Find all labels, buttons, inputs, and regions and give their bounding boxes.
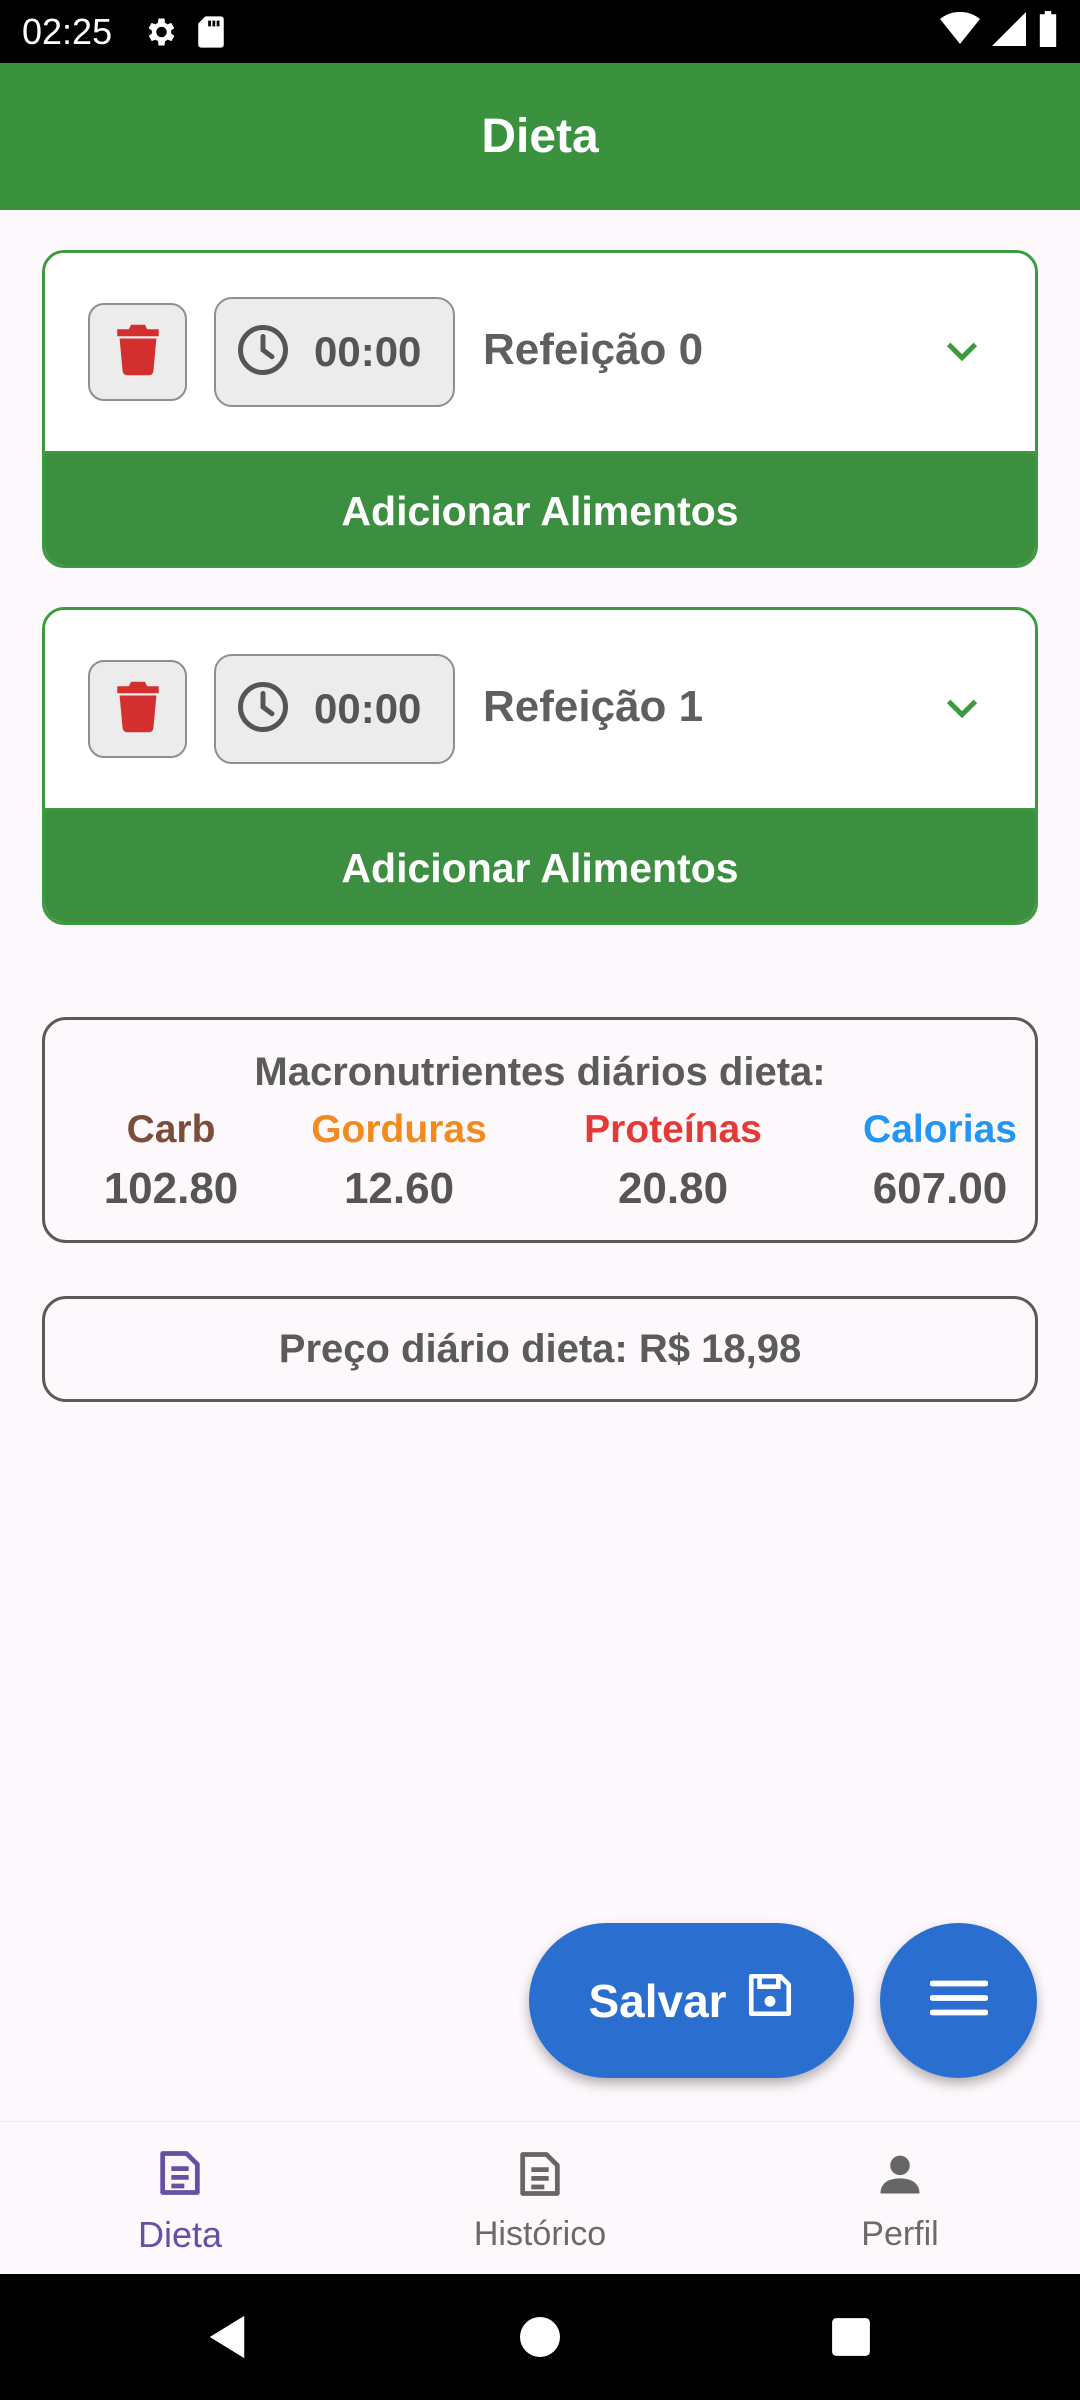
meal-name: Refeição 1 <box>483 682 704 731</box>
status-time: 02:25 <box>22 10 113 52</box>
nav-label: Histórico <box>473 2215 607 2253</box>
save-icon <box>745 1970 795 2031</box>
clock-icon <box>236 680 290 739</box>
recents-icon[interactable] <box>830 2314 872 2365</box>
chevron-down-icon[interactable] <box>942 688 982 733</box>
daily-price: Preço diário dieta: R$ 18,98 <box>42 1296 1038 1402</box>
trash-icon <box>115 324 161 381</box>
macro-calories: Calorias 607.00 <box>820 1108 1060 1214</box>
status-bar: 02:25 <box>0 0 1080 63</box>
meal-time-button[interactable]: 00:00 <box>214 297 455 407</box>
add-food-button[interactable]: Adicionar Alimentos <box>45 451 1035 565</box>
meal-header[interactable]: 00:00 Refeição 1 <box>45 610 1035 808</box>
sd-card-icon <box>196 15 226 49</box>
app-bar: Dieta <box>0 63 1080 210</box>
nav-item-dieta[interactable]: Dieta <box>0 2122 360 2274</box>
trash-icon <box>115 681 161 738</box>
macros-title: Macronutrientes diários dieta: <box>254 1050 826 1094</box>
meal-time-button[interactable]: 00:00 <box>214 654 455 764</box>
macro-protein: Proteínas 20.80 <box>553 1108 793 1214</box>
meal-name: Refeição 0 <box>483 325 704 374</box>
wifi-icon <box>940 11 980 51</box>
battery-icon <box>1038 11 1058 52</box>
back-icon[interactable] <box>205 2314 249 2365</box>
document-icon <box>154 2147 206 2204</box>
meal-card: 00:00 Refeição 0 Adicionar Alimentos <box>42 250 1038 568</box>
save-button[interactable]: Salvar <box>529 1923 854 2078</box>
settings-icon <box>142 14 178 50</box>
document-icon <box>514 2148 566 2205</box>
signal-icon <box>992 12 1026 51</box>
bottom-nav: Dieta Histórico Perfil <box>0 2121 1080 2274</box>
nav-item-historico[interactable]: Histórico <box>360 2122 720 2274</box>
macro-value: 20.80 <box>617 1164 729 1213</box>
system-nav-bar <box>0 2274 1080 2400</box>
home-icon[interactable] <box>518 2314 562 2365</box>
chevron-down-icon[interactable] <box>942 331 982 376</box>
meal-header[interactable]: 00:00 Refeição 0 <box>45 253 1035 451</box>
macros-summary: Macronutrientes diários dieta: Carb 102.… <box>42 1017 1038 1243</box>
macro-value: 102.80 <box>103 1164 239 1213</box>
macro-fat: Gorduras 12.60 <box>279 1108 519 1214</box>
macro-value: 12.60 <box>343 1164 455 1213</box>
macro-carb: Carb 102.80 <box>51 1108 291 1214</box>
macro-label: Gorduras <box>311 1108 487 1151</box>
nav-label: Dieta <box>137 2213 223 2255</box>
menu-icon <box>929 1978 988 2023</box>
macro-label: Calorias <box>863 1108 1017 1151</box>
clock-icon <box>236 323 290 382</box>
nav-item-perfil[interactable]: Perfil <box>720 2122 1080 2274</box>
delete-meal-button[interactable] <box>88 660 187 758</box>
macro-value: 607.00 <box>872 1164 1008 1213</box>
menu-button[interactable] <box>880 1923 1037 2078</box>
meal-time: 00:00 <box>314 685 422 732</box>
save-label: Salvar <box>588 1974 727 2027</box>
delete-meal-button[interactable] <box>88 303 187 401</box>
meal-time: 00:00 <box>314 328 422 375</box>
nav-label: Perfil <box>861 2215 939 2253</box>
person-icon <box>874 2148 926 2205</box>
macro-label: Proteínas <box>584 1108 762 1151</box>
page-title: Dieta <box>481 110 599 163</box>
macro-label: Carb <box>126 1108 216 1151</box>
meal-card: 00:00 Refeição 1 Adicionar Alimentos <box>42 607 1038 925</box>
add-food-button[interactable]: Adicionar Alimentos <box>45 808 1035 922</box>
